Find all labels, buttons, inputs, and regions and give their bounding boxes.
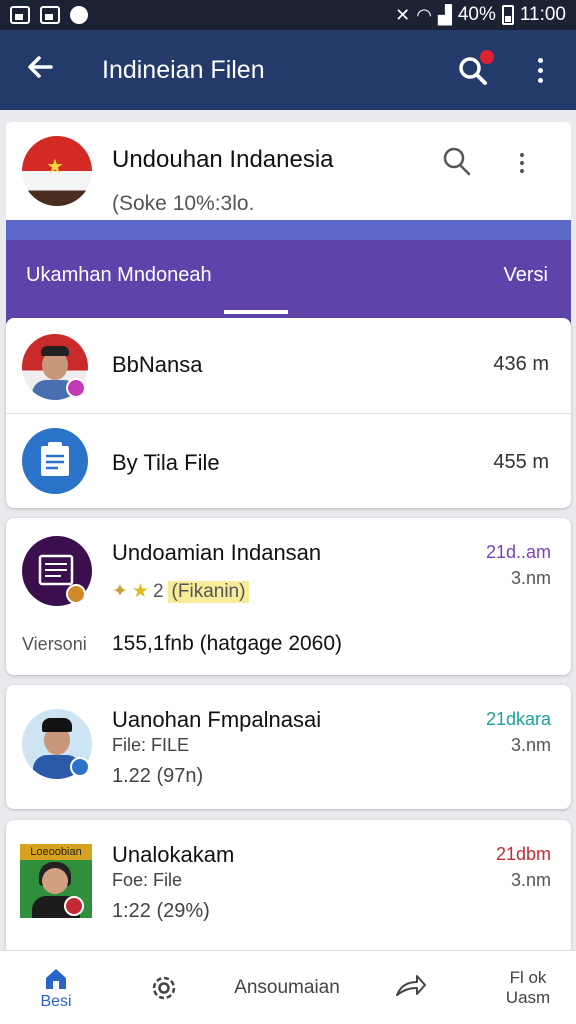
- rating-count: 2: [152, 580, 164, 602]
- download-card[interactable]: Uanohan Fmpalnasai File: FILE 1.22 (97n)…: [6, 685, 571, 809]
- mute-icon: ✕: [395, 4, 411, 25]
- tab-indicator: [224, 310, 288, 314]
- search-button[interactable]: [454, 50, 494, 90]
- gallery-icon: [10, 6, 30, 24]
- nav-home-label: Besi: [40, 993, 72, 1010]
- header-card-subtitle: (Soke 10%:3lo.: [112, 192, 255, 215]
- nav-files[interactable]: Fl ok Uasm: [490, 951, 566, 1024]
- nav-files-label-top: Fl ok: [509, 968, 547, 987]
- version-label: Viersoni: [22, 634, 87, 654]
- gear-icon: [152, 976, 176, 1000]
- list-item[interactable]: BbNansa 436 m: [6, 318, 571, 413]
- timestamp: 21dkara: [485, 709, 551, 729]
- star-icon: ✦: [112, 581, 128, 602]
- signal-icon: ▟: [437, 4, 452, 25]
- nav-home[interactable]: Besi: [20, 951, 92, 1024]
- status-badge: [66, 378, 86, 398]
- notification-badge: [480, 50, 494, 64]
- rating-label: (Fikanin): [167, 580, 250, 603]
- more-vert-icon[interactable]: [520, 57, 560, 83]
- wifi-icon: ◠: [416, 4, 432, 25]
- status-badge: [70, 757, 90, 777]
- file-list-card: BbNansa 436 m By Tila File 455 m: [6, 318, 571, 508]
- file-unit: 3.nm: [510, 870, 551, 890]
- home-icon: [46, 969, 66, 989]
- nav-files-label-bottom: Uasm: [505, 988, 551, 1007]
- download-card[interactable]: Loeoobian Unalokakam Foe: File 1:22 (29%…: [6, 820, 571, 955]
- star-icon: ★: [131, 581, 149, 602]
- file-unit: 3.nm: [510, 735, 551, 755]
- file-name: Uanohan Fmpalnasai: [112, 707, 322, 732]
- file-name: BbNansa: [112, 352, 203, 377]
- status-bar: ✕ ◠ ▟ 40% 11:00: [0, 0, 576, 30]
- battery-icon: [501, 5, 514, 25]
- bottom-nav: Besi Ansoumaian Fl ok Uasm: [0, 950, 576, 1024]
- file-name: Undoamian Indansan: [112, 540, 322, 565]
- more-vert-icon[interactable]: [520, 153, 524, 173]
- file-progress: 1:22 (29%): [112, 900, 210, 922]
- thumbnail-label: Loeoobian: [20, 844, 92, 860]
- back-arrow-icon[interactable]: [0, 52, 80, 88]
- share-icon: [396, 975, 426, 996]
- battery-percent: 40%: [457, 4, 496, 25]
- nav-settings[interactable]: [138, 951, 190, 1024]
- app-title: Indineian Filen: [102, 55, 265, 84]
- timestamp: 21d..am: [485, 542, 551, 562]
- download-card[interactable]: Undoamian Indansan 21d..am 3.nm ✦ ★ 2 (F…: [6, 518, 571, 675]
- nav-center-label: Ansoumaian: [234, 977, 340, 998]
- timestamp: 21dbm: [495, 844, 551, 864]
- app-bar: Indineian Filen: [0, 30, 576, 110]
- version-value: 155,1fnb (hatgage 2060): [112, 632, 343, 655]
- notification-dot-icon: [70, 6, 88, 24]
- status-badge: [66, 584, 86, 604]
- file-name: By Tila File: [112, 450, 220, 475]
- flag-avatar: ★: [22, 136, 92, 206]
- photo-icon: [40, 6, 60, 24]
- rating: ✦ ★ 2 (Fikanin): [112, 580, 250, 603]
- document-icon: [22, 428, 88, 494]
- tab-versi[interactable]: Versi: [504, 264, 548, 287]
- file-unit: 3.nm: [510, 568, 551, 588]
- file-size: 455 m: [493, 451, 549, 473]
- file-name: Unalokakam: [112, 842, 235, 867]
- file-type: Foe: File: [112, 870, 183, 890]
- status-badge: [64, 896, 84, 916]
- list-item[interactable]: By Tila File 455 m: [6, 414, 571, 508]
- file-size: 436 m: [493, 353, 549, 375]
- file-type: File: FILE: [112, 735, 190, 755]
- nav-share[interactable]: [384, 951, 436, 1024]
- clock: 11:00: [519, 4, 566, 25]
- nav-center[interactable]: Ansoumaian: [222, 951, 352, 1024]
- tab-downloads[interactable]: Ukamhan Mndoneah: [26, 264, 212, 287]
- file-progress: 1.22 (97n): [112, 765, 204, 787]
- search-icon[interactable]: [440, 145, 474, 179]
- header-card-title: Undouhan Indanesia: [112, 146, 334, 173]
